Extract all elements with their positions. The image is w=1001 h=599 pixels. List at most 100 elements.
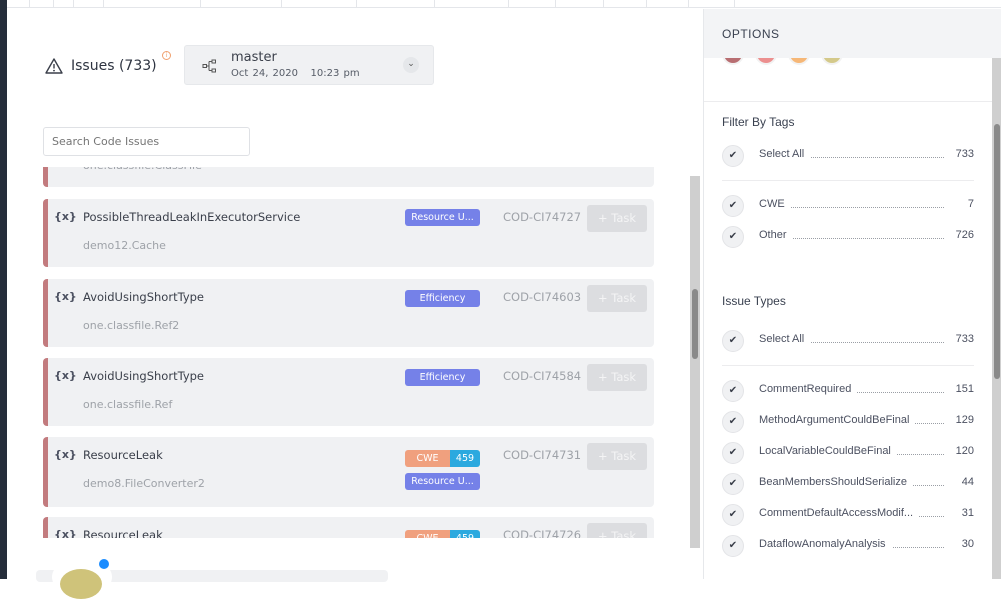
issues-title: Issues (733)	[71, 58, 157, 74]
variable-icon: {x}	[54, 448, 77, 461]
add-task-button[interactable]: + Task	[587, 364, 647, 391]
filter-count: 733	[949, 333, 974, 345]
branch-name: master	[231, 50, 277, 65]
issue-code: COD-CI74584	[503, 369, 582, 383]
options-scrollbar[interactable]	[992, 58, 1001, 579]
checkmark-icon[interactable]: ✔	[722, 411, 744, 433]
type-select-all[interactable]: ✔ Select All 733	[722, 330, 974, 352]
filter-label: CommentDefaultAccessModif...	[759, 507, 920, 519]
filter-by-tags-title: Filter By Tags	[722, 115, 795, 129]
checkmark-icon[interactable]: ✔	[722, 195, 744, 217]
issues-scrollbar-thumb[interactable]	[692, 289, 698, 359]
tab-separator	[688, 0, 689, 8]
cwe-tag: CWE 459	[405, 450, 480, 467]
branch-selector[interactable]: master Oct 24, 2020 10:23 pm ⌄	[184, 45, 434, 85]
checkmark-icon[interactable]: ✔	[722, 504, 744, 526]
tab-separator	[281, 0, 282, 8]
checkmark-icon[interactable]: ✔	[722, 473, 744, 495]
issue-file: demo8.FileConverter2	[83, 477, 205, 490]
tab-separator	[53, 0, 54, 8]
options-title: OPTIONS	[722, 27, 780, 41]
left-rail	[0, 0, 7, 579]
issue-file: one.classfile.Ref	[83, 398, 173, 411]
issue-tag: Efficiency	[405, 369, 480, 386]
variable-icon: {x}	[54, 528, 77, 538]
variable-icon: {x}	[54, 290, 77, 303]
filter-count: 30	[955, 538, 974, 550]
tag-filter-other[interactable]: ✔ Other 726	[722, 226, 974, 248]
issue-title[interactable]: AvoidUsingShortType	[83, 290, 204, 304]
info-icon[interactable]: i	[162, 51, 171, 60]
issue-card[interactable]: {x} ResourceLeak CWE 459 COD-CI74726 + T…	[43, 517, 654, 538]
tab-separator	[734, 0, 735, 8]
add-task-button[interactable]: + Task	[587, 205, 647, 232]
filter-label: CommentRequired	[759, 383, 858, 395]
filter-count: 120	[949, 445, 974, 457]
type-filter-item[interactable]: ✔ CommentRequired 151	[722, 380, 974, 402]
checkmark-icon[interactable]: ✔	[722, 535, 744, 557]
issue-title[interactable]: ResourceLeak	[83, 448, 163, 462]
divider	[722, 180, 974, 181]
filter-count: 151	[949, 383, 974, 395]
issue-file: demo12.Cache	[83, 239, 166, 252]
tag-filter-cwe[interactable]: ✔ CWE 7	[722, 195, 974, 217]
type-filter-item[interactable]: ✔ LocalVariableCouldBeFinal 120	[722, 442, 974, 464]
tab-separator	[29, 0, 30, 8]
issue-card[interactable]: {x} PossibleThreadLeakInExecutorService …	[43, 199, 654, 267]
options-scrollbar-thumb[interactable]	[994, 124, 1000, 379]
issue-card[interactable]: {x} AvoidUsingShortType one.classfile.Re…	[43, 358, 654, 426]
filter-count: 7	[961, 198, 974, 210]
issues-panel: Issues (733) i master Oct 24, 2020 10:23…	[7, 9, 703, 579]
filter-count: 733	[949, 148, 974, 160]
cwe-tag-label: CWE	[405, 530, 450, 538]
issue-code: COD-CI74731	[503, 448, 582, 462]
filter-label: DataflowAnomalyAnalysis	[759, 538, 892, 550]
branch-icon	[202, 59, 216, 73]
options-panel: OPTIONS Filter By Tags ✔ Select All 733 …	[703, 9, 1001, 579]
add-task-button[interactable]: + Task	[587, 285, 647, 312]
type-filter-item[interactable]: ✔ BeanMembersShouldSerialize 44	[722, 473, 974, 495]
variable-icon: {x}	[54, 210, 77, 223]
issue-card[interactable]: {x} ResourceLeak demo8.FileConverter2 CW…	[43, 437, 654, 507]
tab-separator	[508, 0, 509, 8]
tab-separator	[603, 0, 604, 8]
issue-code: COD-CI74603	[503, 290, 582, 304]
add-task-button[interactable]: + Task	[587, 523, 647, 538]
chevron-down-icon[interactable]: ⌄	[403, 57, 419, 73]
issues-header: Issues (733) i	[45, 51, 171, 75]
checkmark-icon[interactable]: ✔	[722, 380, 744, 402]
search-input[interactable]	[43, 127, 250, 156]
warning-icon	[45, 58, 63, 74]
tab-separator	[555, 0, 556, 8]
checkmark-icon[interactable]: ✔	[722, 226, 744, 248]
variable-icon: {x}	[54, 369, 77, 382]
type-filter-item[interactable]: ✔ MethodArgumentCouldBeFinal 129	[722, 411, 974, 433]
type-filter-item[interactable]: ✔ CommentDefaultAccessModif... 31	[722, 504, 974, 526]
divider	[722, 365, 974, 366]
tab-separator	[103, 0, 104, 8]
checkmark-icon[interactable]: ✔	[722, 442, 744, 464]
issues-scrollbar[interactable]	[690, 176, 700, 548]
filter-label: Select All	[759, 148, 811, 160]
tab-separator	[646, 0, 647, 8]
issue-tag: Efficiency	[405, 290, 480, 307]
cwe-tag-count: 459	[450, 530, 480, 538]
filter-label: LocalVariableCouldBeFinal	[759, 445, 897, 457]
issue-card[interactable]: one.classfile.ClassFile	[43, 167, 654, 187]
issue-title[interactable]: AvoidUsingShortType	[83, 369, 204, 383]
tab-separator	[73, 0, 74, 8]
issue-tag: Resource U...	[405, 209, 480, 226]
add-task-button[interactable]: + Task	[587, 443, 647, 470]
tag-select-all[interactable]: ✔ Select All 733	[722, 145, 974, 167]
issue-card[interactable]: {x} AvoidUsingShortType one.classfile.Re…	[43, 279, 654, 347]
top-tab-strip	[7, 0, 1001, 8]
issue-title[interactable]: ResourceLeak	[83, 528, 163, 538]
issue-code: COD-CI74727	[503, 210, 582, 224]
tab-separator	[200, 0, 201, 8]
filter-count: 44	[955, 476, 974, 488]
checkmark-icon[interactable]: ✔	[722, 330, 744, 352]
issue-title[interactable]: PossibleThreadLeakInExecutorService	[83, 210, 300, 224]
checkmark-icon[interactable]: ✔	[722, 145, 744, 167]
filter-count: 726	[949, 229, 974, 241]
type-filter-item[interactable]: ✔ DataflowAnomalyAnalysis 30	[722, 535, 974, 557]
